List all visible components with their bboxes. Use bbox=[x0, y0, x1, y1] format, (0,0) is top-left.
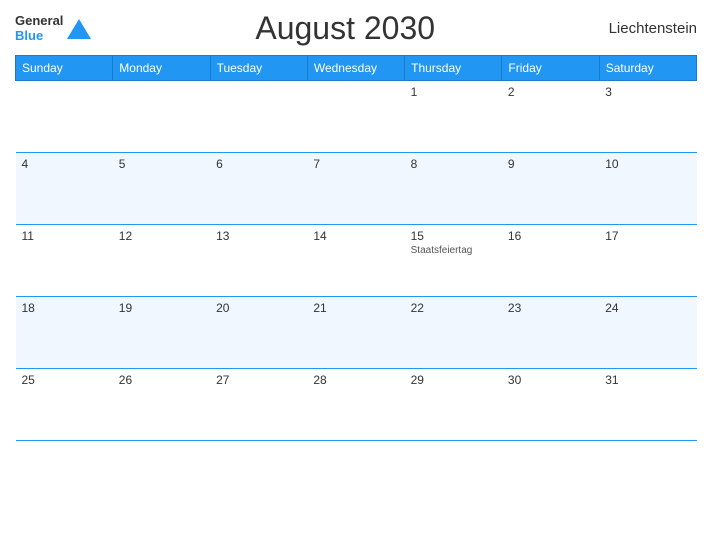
calendar-cell bbox=[210, 81, 307, 153]
calendar-cell: 21 bbox=[307, 297, 404, 369]
day-number: 30 bbox=[508, 373, 593, 387]
calendar-body: 123456789101112131415Staatsfeiertag16171… bbox=[16, 81, 697, 441]
calendar-cell: 25 bbox=[16, 369, 113, 441]
weekday-header: Tuesday bbox=[210, 56, 307, 81]
logo-icon bbox=[65, 15, 93, 43]
calendar-cell: 20 bbox=[210, 297, 307, 369]
calendar-cell: 30 bbox=[502, 369, 599, 441]
day-number: 8 bbox=[411, 157, 496, 171]
calendar-cell: 13 bbox=[210, 225, 307, 297]
day-number: 21 bbox=[313, 301, 398, 315]
calendar-cell: 9 bbox=[502, 153, 599, 225]
calendar-cell: 10 bbox=[599, 153, 696, 225]
calendar-cell: 11 bbox=[16, 225, 113, 297]
day-number: 31 bbox=[605, 373, 690, 387]
day-number: 23 bbox=[508, 301, 593, 315]
day-number: 10 bbox=[605, 157, 690, 171]
calendar-cell: 6 bbox=[210, 153, 307, 225]
calendar-header: General Blue August 2030 Liechtenstein bbox=[15, 10, 697, 47]
holiday-label: Staatsfeiertag bbox=[411, 245, 496, 256]
weekday-header: Thursday bbox=[405, 56, 502, 81]
day-number: 25 bbox=[22, 373, 107, 387]
weekday-header: Friday bbox=[502, 56, 599, 81]
logo-general-text: General bbox=[15, 14, 63, 28]
day-number: 16 bbox=[508, 229, 593, 243]
calendar-cell: 12 bbox=[113, 225, 210, 297]
calendar-row: 18 19 20 21 22 23 24 bbox=[16, 297, 697, 369]
calendar-cell bbox=[307, 81, 404, 153]
day-number: 3 bbox=[605, 85, 690, 99]
day-number: 1 bbox=[411, 85, 496, 99]
calendar-cell: 2 bbox=[502, 81, 599, 153]
day-number: 27 bbox=[216, 373, 301, 387]
day-number: 19 bbox=[119, 301, 204, 315]
weekday-header: Monday bbox=[113, 56, 210, 81]
weekday-header: Saturday bbox=[599, 56, 696, 81]
calendar-cell: 16 bbox=[502, 225, 599, 297]
calendar-cell: 23 bbox=[502, 297, 599, 369]
calendar-cell: 26 bbox=[113, 369, 210, 441]
calendar-cell: 14 bbox=[307, 225, 404, 297]
month-title: August 2030 bbox=[93, 10, 597, 47]
calendar-cell: 28 bbox=[307, 369, 404, 441]
day-number: 20 bbox=[216, 301, 301, 315]
day-number: 13 bbox=[216, 229, 301, 243]
day-number: 17 bbox=[605, 229, 690, 243]
day-number: 24 bbox=[605, 301, 690, 315]
logo: General Blue bbox=[15, 14, 93, 43]
day-number: 2 bbox=[508, 85, 593, 99]
calendar-container: General Blue August 2030 Liechtenstein S… bbox=[0, 0, 712, 550]
calendar-cell: 22 bbox=[405, 297, 502, 369]
calendar-cell: 17 bbox=[599, 225, 696, 297]
calendar-row: 123 bbox=[16, 81, 697, 153]
day-number: 4 bbox=[22, 157, 107, 171]
calendar-cell: 4 bbox=[16, 153, 113, 225]
calendar-row: 456789 10 bbox=[16, 153, 697, 225]
day-number: 29 bbox=[411, 373, 496, 387]
day-number: 11 bbox=[22, 229, 107, 243]
day-number: 14 bbox=[313, 229, 398, 243]
country-label: Liechtenstein bbox=[597, 20, 697, 37]
calendar-cell: 31 bbox=[599, 369, 696, 441]
day-number: 6 bbox=[216, 157, 301, 171]
calendar-cell: 15 Staatsfeiertag bbox=[405, 225, 502, 297]
calendar-cell-empty bbox=[16, 81, 113, 153]
weekday-header: Wednesday bbox=[307, 56, 404, 81]
calendar-table: SundayMondayTuesdayWednesdayThursdayFrid… bbox=[15, 55, 697, 441]
weekday-header: Sunday bbox=[16, 56, 113, 81]
calendar-cell: 1 bbox=[405, 81, 502, 153]
calendar-header-row: SundayMondayTuesdayWednesdayThursdayFrid… bbox=[16, 56, 697, 81]
calendar-cell: 19 bbox=[113, 297, 210, 369]
calendar-cell: 7 bbox=[307, 153, 404, 225]
calendar-cell: 27 bbox=[210, 369, 307, 441]
calendar-row: 11 12 13 14 15 Staatsfeiertag 16 17 bbox=[16, 225, 697, 297]
calendar-cell: 5 bbox=[113, 153, 210, 225]
day-number: 9 bbox=[508, 157, 593, 171]
day-number: 18 bbox=[22, 301, 107, 315]
day-number: 28 bbox=[313, 373, 398, 387]
calendar-cell: 29 bbox=[405, 369, 502, 441]
day-number: 12 bbox=[119, 229, 204, 243]
day-number: 26 bbox=[119, 373, 204, 387]
calendar-cell: 18 bbox=[16, 297, 113, 369]
calendar-cell: 3 bbox=[599, 81, 696, 153]
calendar-cell: 24 bbox=[599, 297, 696, 369]
day-number: 22 bbox=[411, 301, 496, 315]
calendar-cell: 8 bbox=[405, 153, 502, 225]
logo-blue-text: Blue bbox=[15, 29, 63, 43]
calendar-row: 25 26 27 28 29 30 31 bbox=[16, 369, 697, 441]
day-number: 5 bbox=[119, 157, 204, 171]
calendar-cell bbox=[113, 81, 210, 153]
day-number: 15 bbox=[411, 229, 496, 243]
day-number: 7 bbox=[313, 157, 398, 171]
